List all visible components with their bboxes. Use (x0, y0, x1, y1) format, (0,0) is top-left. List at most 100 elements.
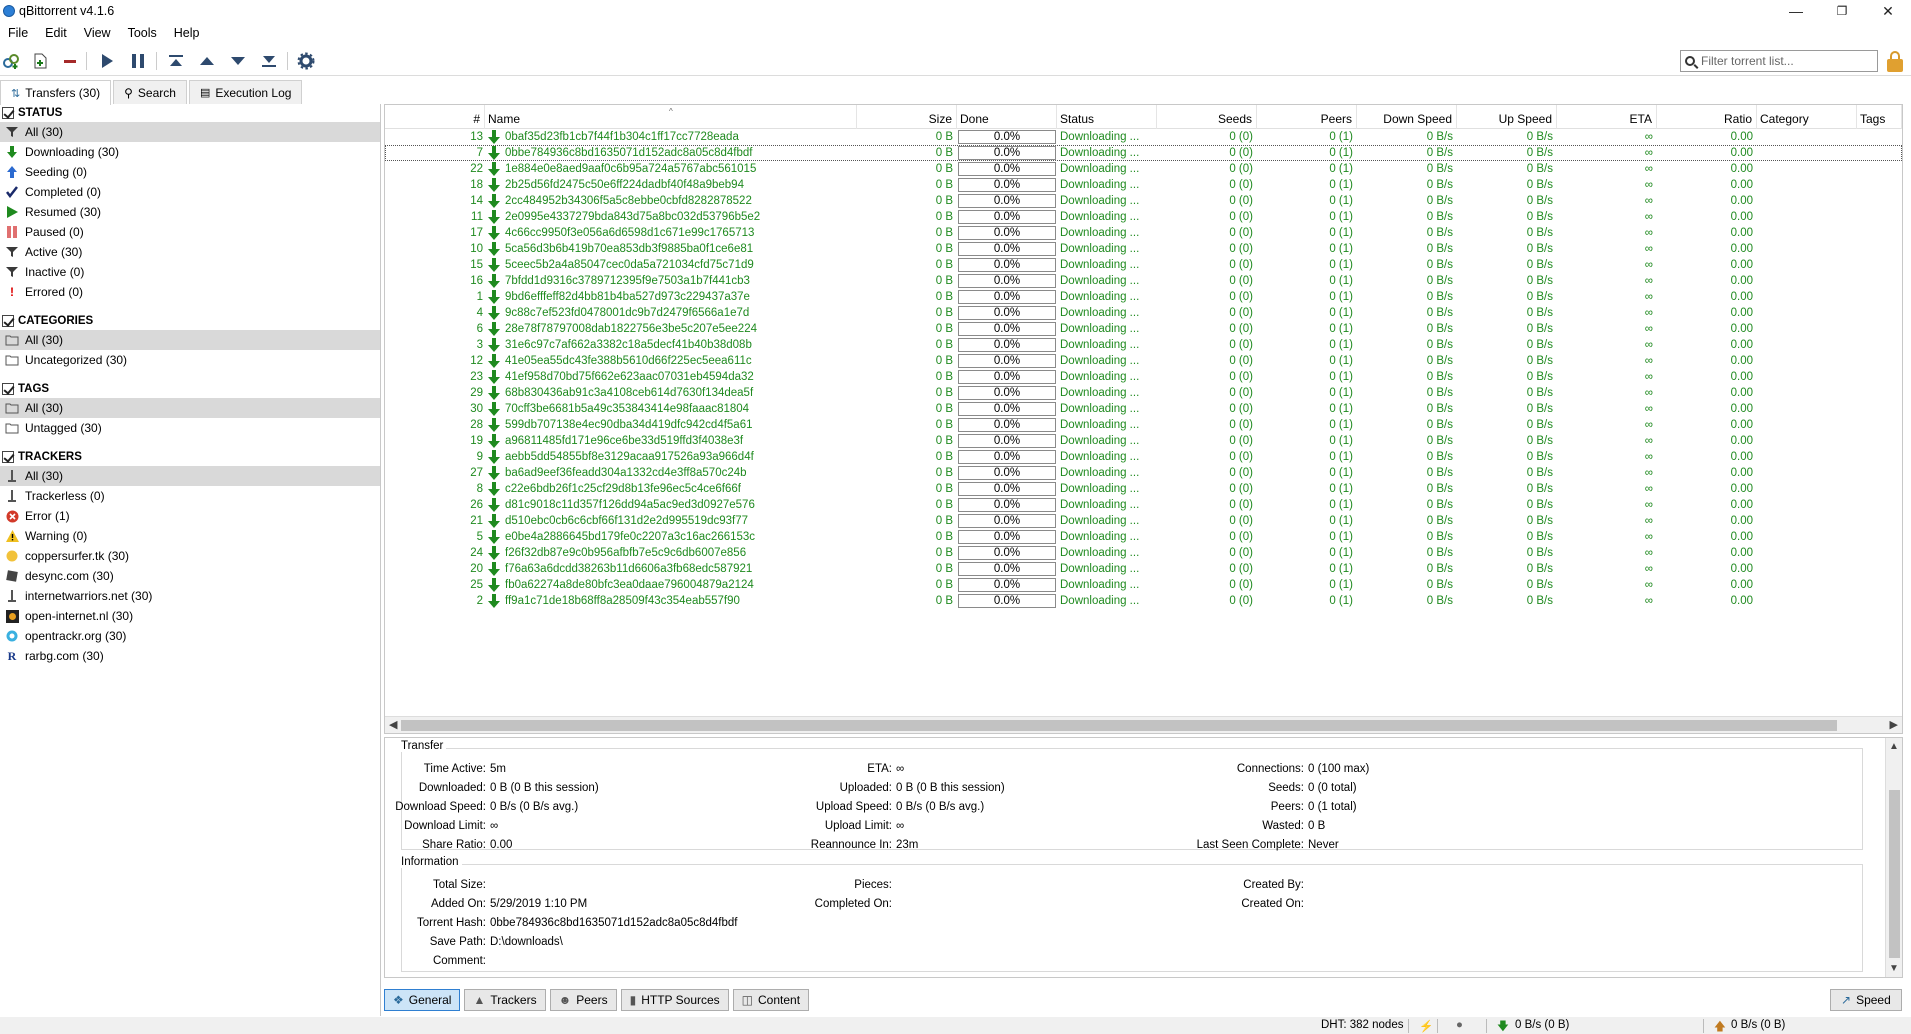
scrollbar-thumb[interactable] (401, 720, 1837, 731)
col-status[interactable]: Status (1057, 105, 1157, 129)
maximize-button[interactable]: ❐ (1819, 0, 1865, 22)
sidebar-item-status[interactable]: Resumed (30) (0, 202, 380, 222)
properties-vertical-scrollbar[interactable]: ▲ ▼ (1885, 738, 1902, 977)
col-category[interactable]: Category (1757, 105, 1857, 129)
table-row[interactable]: 17 4c66cc9950f3e056a6d6598d1c671e99c17657… (385, 225, 1902, 241)
table-row[interactable]: 27 ba6ad9eef36feadd304a1332cd4e3ff8a570c2… (385, 465, 1902, 481)
tab-execution-log[interactable]: ▤ Execution Log (188, 80, 303, 104)
minimize-button[interactable]: — (1773, 0, 1819, 22)
close-button[interactable]: ✕ (1865, 0, 1911, 22)
download-speed[interactable]: 0 B/s (0 B) (1515, 1019, 1569, 1031)
section-checkbox[interactable] (2, 383, 14, 395)
table-row[interactable]: 14 2cc484952b34306f5a5c8ebbe0cbfd82828785… (385, 193, 1902, 209)
connection-status-icon[interactable]: ⚡ (1419, 1019, 1433, 1033)
remove-torrent-button[interactable] (59, 50, 81, 72)
table-row[interactable]: 30 70cff3be6681b5a49c353843414e98faaac818… (385, 401, 1902, 417)
add-torrent-file-button[interactable] (29, 50, 51, 72)
table-row[interactable]: 20 f76a63a6dcdd38263b11d6606a3fb68edc5879… (385, 561, 1902, 577)
table-row[interactable]: 16 7bfdd1d9316c3789712395f9e7503a1b7f441c… (385, 273, 1902, 289)
scroll-right-icon[interactable]: ▶ (1890, 718, 1898, 731)
menu-view[interactable]: View (76, 26, 120, 40)
table-row[interactable]: 8 c22e6bdb26f1c25cf29d8b13fe96ec5c4ce6f66… (385, 481, 1902, 497)
sidebar-header-categories[interactable]: CATEGORIES (0, 312, 380, 330)
sidebar-header-tags[interactable]: TAGS (0, 380, 380, 398)
table-row[interactable]: 15 5ceec5b2a4a85047cec0da5a721034cfd75c71… (385, 257, 1902, 273)
move-to-top-button[interactable] (165, 50, 187, 72)
options-button[interactable] (295, 50, 317, 72)
sidebar-item-trackers[interactable]: opentrackr.org (30) (0, 626, 380, 646)
pause-button[interactable] (127, 50, 149, 72)
table-row[interactable]: 12 41e05ea55dc43fe388b5610d66f225ec5eea61… (385, 353, 1902, 369)
table-row[interactable]: 25 fb0a62274a8de80bfc3ea0daae796004879a21… (385, 577, 1902, 593)
sidebar-item-status[interactable]: Completed (0) (0, 182, 380, 202)
sidebar-item-trackers[interactable]: coppersurfer.tk (30) (0, 546, 380, 566)
table-row[interactable]: 3 31e6c97c7af662a3382c18a5decf41b40b38d08… (385, 337, 1902, 353)
tab-http-sources[interactable]: ▮ HTTP Sources (620, 989, 729, 1011)
add-torrent-link-button[interactable] (0, 50, 22, 72)
table-row[interactable]: 6 28e78f78797008dab1822756e3be5c207e5ee22… (385, 321, 1902, 337)
col-ratio[interactable]: Ratio (1657, 105, 1757, 129)
table-row[interactable]: 28 599db707138e4ec90dba34d419dfc942cd4f5a… (385, 417, 1902, 433)
sidebar-item-status[interactable]: Inactive (0) (0, 262, 380, 282)
table-row[interactable]: 29 68b830436ab91c3a4108ceb614d7630f134dea… (385, 385, 1902, 401)
table-row[interactable]: 11 2e0995e4337279bda843d75a8bc032d53796b5… (385, 209, 1902, 225)
scroll-up-icon[interactable]: ▲ (1889, 741, 1899, 752)
section-checkbox[interactable] (2, 451, 14, 463)
col-tags[interactable]: Tags (1857, 105, 1902, 129)
sidebar-item-trackers[interactable]: All (30) (0, 466, 380, 486)
col-seeds[interactable]: Seeds (1157, 105, 1257, 129)
tab-peers[interactable]: ☻ Peers (549, 989, 617, 1011)
col-name[interactable]: Name (485, 105, 857, 129)
filter-torrent-input[interactable]: Filter torrent list... (1680, 50, 1878, 72)
sidebar-item-trackers[interactable]: Error (1) (0, 506, 380, 526)
sidebar-item-status[interactable]: Paused (0) (0, 222, 380, 242)
col-up-speed[interactable]: Up Speed (1457, 105, 1557, 129)
table-row[interactable]: 9 aebb5dd54855bf8e3129acaa917526a93a966d4… (385, 449, 1902, 465)
scroll-left-icon[interactable]: ◀ (389, 718, 397, 731)
table-row[interactable]: 2 ff9a1c71de18b68ff8a28509f43c354eab557f9… (385, 593, 1902, 609)
move-up-button[interactable] (196, 50, 218, 72)
tab-content[interactable]: ◫ Content (732, 989, 810, 1011)
table-row[interactable]: 10 5ca56d3b6b419b70ea853db3f9885ba0f1ce6e… (385, 241, 1902, 257)
lock-icon[interactable] (1886, 51, 1904, 73)
sidebar-item-trackers[interactable]: Warning (0) (0, 526, 380, 546)
menu-help[interactable]: Help (166, 26, 209, 40)
menu-edit[interactable]: Edit (37, 26, 76, 40)
table-row[interactable]: 21 d510ebc0cb6c6cbf66f131d2e2d995519dc93f… (385, 513, 1902, 529)
sidebar-item-status[interactable]: All (30) (0, 122, 380, 142)
scrollbar-thumb[interactable] (1889, 790, 1900, 958)
table-row[interactable]: 1 9bd6efffeff82d4bb81b4ba527d973c229437a3… (385, 289, 1902, 305)
table-row[interactable]: 26 d81c9018c11d357f126dd94a5ac9ed3d0927e5… (385, 497, 1902, 513)
col-peers[interactable]: Peers (1257, 105, 1357, 129)
sidebar-item-categories[interactable]: Uncategorized (30) (0, 350, 380, 370)
sidebar-header-trackers[interactable]: TRACKERS (0, 448, 380, 466)
col-down-speed[interactable]: Down Speed (1357, 105, 1457, 129)
table-row[interactable]: 4 9c88c7ef523fd0478001dc9b7d2479f6566a1e7… (385, 305, 1902, 321)
table-row[interactable]: 5 e0be4a2886645bd179fe0c2207a3c16ac266153… (385, 529, 1902, 545)
sidebar-item-tags[interactable]: Untagged (30) (0, 418, 380, 438)
table-row[interactable]: 24 f26f32db87e9c0b956afbfb7e5c9c6db6007e8… (385, 545, 1902, 561)
col-done[interactable]: Done (957, 105, 1057, 129)
section-checkbox[interactable] (2, 107, 14, 119)
menu-tools[interactable]: Tools (120, 26, 166, 40)
col-eta[interactable]: ETA (1557, 105, 1657, 129)
table-row[interactable]: 22 1e884e0e8aed9aaf0c6b95a724a5767abc5610… (385, 161, 1902, 177)
section-checkbox[interactable] (2, 315, 14, 327)
sidebar-item-trackers[interactable]: open-internet.nl (30) (0, 606, 380, 626)
sidebar-item-trackers[interactable]: internetwarriors.net (30) (0, 586, 380, 606)
tab-trackers[interactable]: ▲ Trackers (464, 989, 546, 1011)
move-down-button[interactable] (227, 50, 249, 72)
move-to-bottom-button[interactable] (258, 50, 280, 72)
sidebar-item-trackers[interactable]: Trackerless (0) (0, 486, 380, 506)
sidebar-item-trackers[interactable]: desync.com (30) (0, 566, 380, 586)
table-row[interactable]: 23 41ef958d70bd75f662e623aac07031eb4594da… (385, 369, 1902, 385)
sidebar-item-trackers[interactable]: Rrarbg.com (30) (0, 646, 380, 666)
speed-button[interactable]: ↗ Speed (1830, 989, 1902, 1011)
table-row[interactable]: 19 a96811485fd171e96ce6be33d519ffd3f4038e… (385, 433, 1902, 449)
table-row[interactable]: 13 0baf35d23fb1cb7f44f1b304c1ff17cc7728ea… (385, 129, 1902, 145)
col-num[interactable]: # (385, 105, 485, 129)
sidebar-header-status[interactable]: STATUS (0, 104, 380, 122)
scroll-down-icon[interactable]: ▼ (1889, 963, 1899, 974)
upload-speed[interactable]: 0 B/s (0 B) (1731, 1019, 1785, 1031)
horizontal-scrollbar[interactable]: ◀ ▶ (385, 716, 1902, 733)
